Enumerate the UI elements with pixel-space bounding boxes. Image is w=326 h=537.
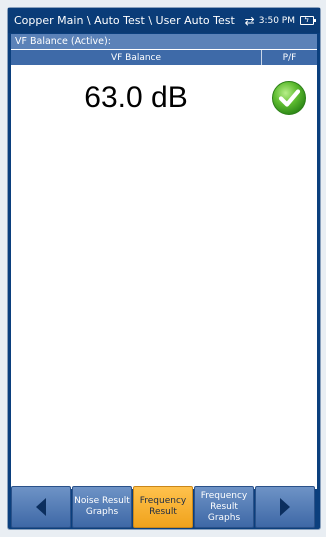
section-title: VF Balance (Active): <box>11 34 317 49</box>
main-content: VF Balance (Active): VF Balance P/F 63.0… <box>11 34 317 489</box>
table-header: VF Balance P/F <box>11 50 317 65</box>
breadcrumb: Copper Main \ Auto Test \ User Auto Test <box>14 14 235 27</box>
title-bar: Copper Main \ Auto Test \ User Auto Test… <box>8 8 320 33</box>
battery-charging-icon: ϟ <box>300 15 316 25</box>
device-screen: Copper Main \ Auto Test \ User Auto Test… <box>0 0 326 537</box>
bottom-nav-bar: Noise Result Graphs Frequency Result Fre… <box>11 486 317 530</box>
swap-arrows-icon: ⇄ <box>244 13 255 28</box>
app-frame: Copper Main \ Auto Test \ User Auto Test… <box>8 8 320 529</box>
left-arrow-icon <box>36 498 46 516</box>
clock: 3:50 PM <box>258 15 295 26</box>
pass-check-icon <box>272 81 306 115</box>
column-header-pf: P/F <box>282 52 297 63</box>
table-row: 63.0 dB <box>11 70 317 126</box>
status-area: ⇄ 3:50 PM ϟ <box>244 13 316 28</box>
noise-result-graphs-button[interactable]: Noise Result Graphs <box>72 486 132 528</box>
column-header-vf-balance: VF Balance <box>11 50 262 65</box>
next-button[interactable] <box>255 486 315 528</box>
vf-balance-value: 63.0 dB <box>84 81 188 114</box>
prev-button[interactable] <box>11 486 71 528</box>
right-arrow-icon <box>280 498 290 516</box>
frequency-result-button[interactable]: Frequency Result <box>133 486 193 528</box>
pass-fail-cell <box>261 80 317 116</box>
frequency-result-graphs-button[interactable]: Frequency Result Graphs <box>194 486 254 528</box>
